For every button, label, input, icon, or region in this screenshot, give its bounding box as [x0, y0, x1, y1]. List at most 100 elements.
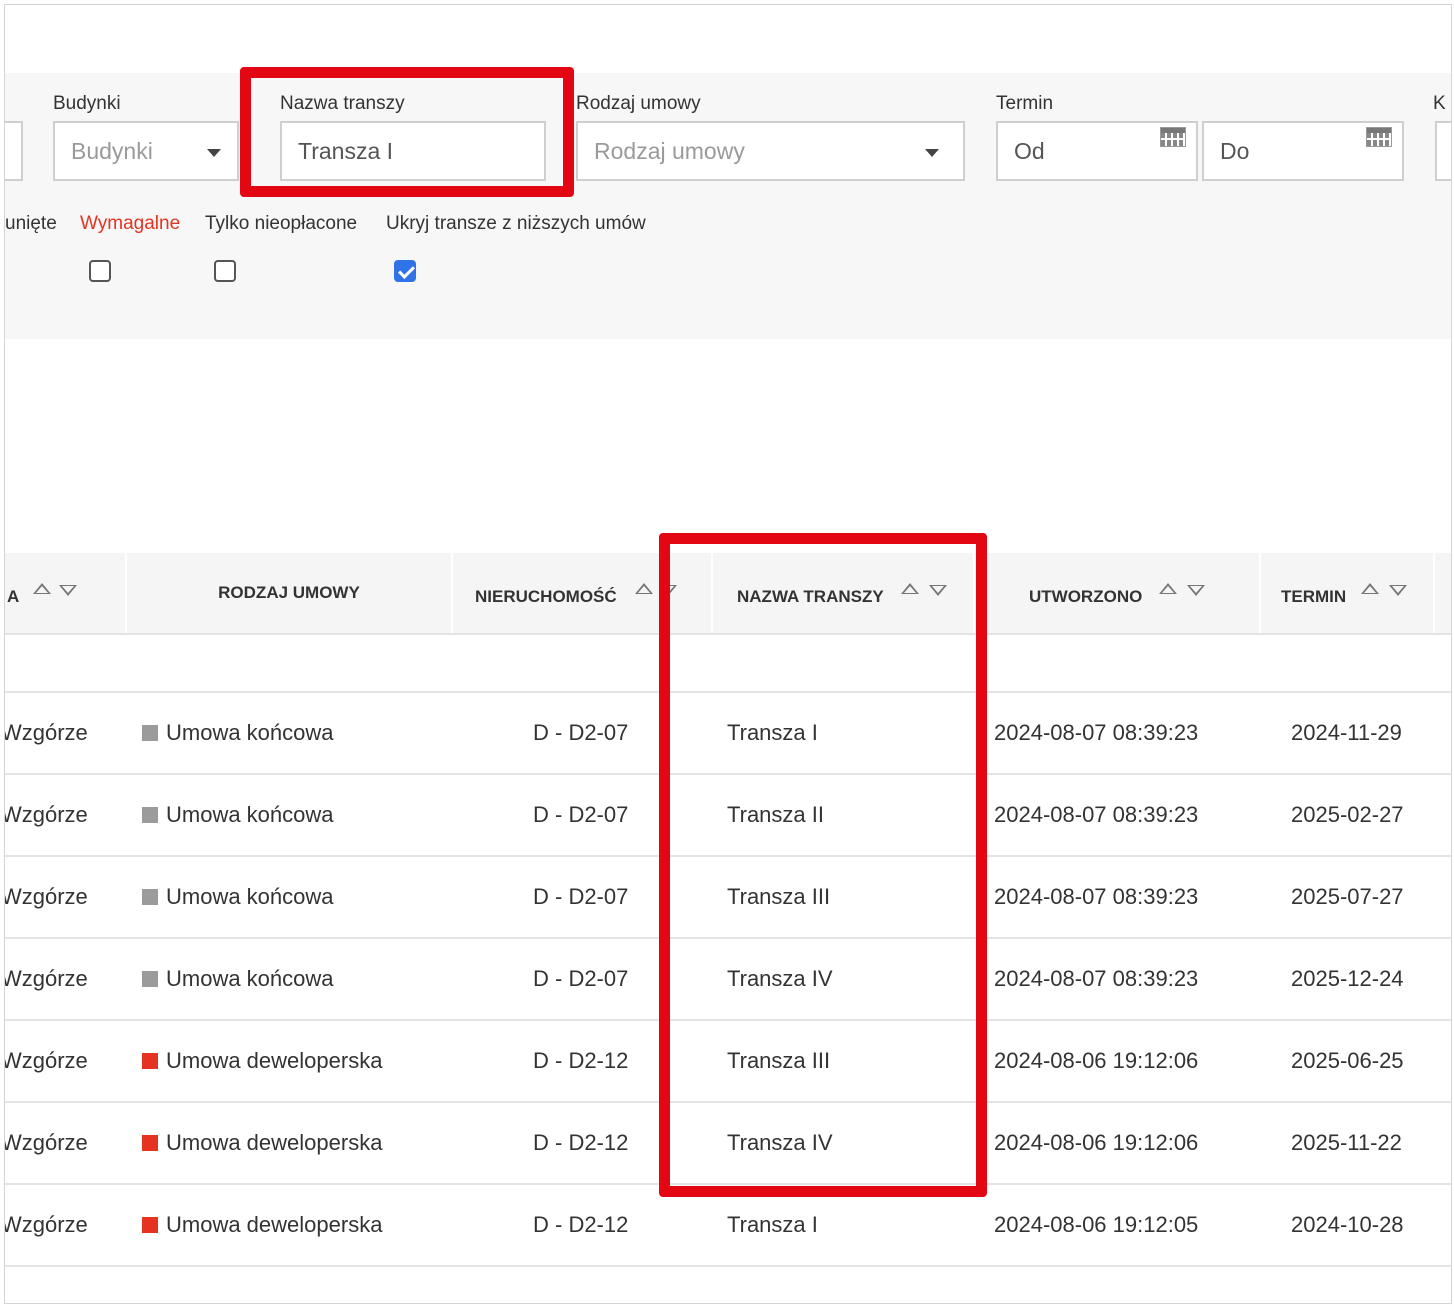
- cut-field-left[interactable]: [5, 121, 23, 181]
- contract-type-text: Umowa deweloperska: [166, 1130, 383, 1155]
- contract-type-marker: [142, 1053, 158, 1069]
- due-checkbox[interactable]: [89, 260, 111, 282]
- sort-desc-icon[interactable]: [929, 585, 947, 596]
- contract-type-text: Umowa końcowa: [166, 966, 334, 991]
- cell-property: D - D2-12: [533, 1048, 629, 1073]
- contract-type-marker: [142, 889, 158, 905]
- contract-type-marker: [142, 725, 158, 741]
- date-from-input[interactable]: Od: [996, 121, 1198, 181]
- cell-created: 2024-08-07 08:39:23: [994, 884, 1199, 909]
- sort-asc-icon[interactable]: [901, 583, 919, 594]
- calendar-icon[interactable]: [1366, 127, 1392, 147]
- contract-type-select[interactable]: Rodzaj umowy: [576, 121, 965, 181]
- tranche-name-input[interactable]: Transza I: [280, 121, 546, 181]
- table-row[interactable]: Wzgórze Umowa końcowa D - D2-07 Transza …: [5, 939, 1451, 1021]
- buildings-label: Budynki: [53, 93, 121, 114]
- column-header-created[interactable]: UTWORZONO: [975, 553, 1259, 633]
- sort-desc-icon[interactable]: [1389, 585, 1407, 596]
- sort-desc-icon[interactable]: [1187, 585, 1205, 596]
- cell-tranche: Transza III: [727, 884, 831, 909]
- table-row[interactable]: Wzgórze Umowa końcowa D - D2-07 Transza …: [5, 693, 1451, 775]
- cell-property: D - D2-12: [533, 1212, 629, 1237]
- cell-investment: Wzgórze: [4, 966, 88, 991]
- table-row[interactable]: Wzgórze Umowa końcowa D - D2-07 Transza …: [5, 775, 1451, 857]
- date-to-input[interactable]: Do: [1202, 121, 1404, 181]
- cell-contract-type: Umowa końcowa: [142, 939, 334, 1019]
- sort-asc-icon[interactable]: [1361, 583, 1379, 594]
- hide-lower-checkbox[interactable]: [394, 260, 416, 282]
- contract-type-marker: [142, 1135, 158, 1151]
- table-row[interactable]: Wzgórze Umowa deweloperska D - D2-12 Tra…: [5, 1021, 1451, 1103]
- cut-filter-label: K: [1433, 93, 1446, 114]
- column-separator: [1433, 553, 1435, 633]
- contract-type-marker: [142, 1217, 158, 1233]
- column-header-label: NAZWA TRANSZY: [737, 587, 884, 606]
- cell-investment: Wzgórze: [4, 1130, 88, 1155]
- sort-desc-icon[interactable]: [59, 585, 77, 596]
- cell-property: D - D2-07: [533, 720, 629, 745]
- cell-investment: Wzgórze: [4, 802, 88, 827]
- cell-tranche: Transza II: [727, 802, 824, 827]
- contract-type-text: Umowa deweloperska: [166, 1212, 383, 1237]
- column-header-investment[interactable]: A: [7, 553, 125, 633]
- contract-type-marker: [142, 807, 158, 823]
- calendar-icon[interactable]: [1160, 127, 1186, 147]
- column-header-label: NIERUCHOMOŚĆ: [475, 587, 617, 606]
- cell-created: 2024-08-06 19:12:06: [994, 1130, 1199, 1155]
- cell-created: 2024-08-07 08:39:23: [994, 966, 1199, 991]
- due-checkbox-label: Wymagalne: [80, 213, 181, 234]
- sort-asc-icon[interactable]: [635, 583, 653, 594]
- table-row[interactable]: Wzgórze Umowa końcowa D - D2-07 Transza …: [5, 857, 1451, 939]
- column-header-label: A: [7, 587, 20, 606]
- table-row-cut[interactable]: [5, 1267, 1451, 1303]
- cell-created: 2024-08-06 19:12:06: [994, 1048, 1199, 1073]
- cell-investment: Wzgórze: [4, 720, 88, 745]
- cell-due: 2025-02-27: [1291, 802, 1404, 827]
- cell-tranche: Transza I: [727, 1212, 818, 1237]
- cell-investment: Wzgórze: [4, 884, 88, 909]
- cell-contract-type: Umowa deweloperska: [142, 1185, 382, 1265]
- cell-property: D - D2-07: [533, 884, 629, 909]
- column-header-tranche-name[interactable]: NAZWA TRANSZY: [713, 553, 973, 633]
- column-header-label: TERMIN: [1281, 587, 1347, 606]
- cell-created: 2024-08-07 08:39:23: [994, 802, 1199, 827]
- unpaid-only-checkbox[interactable]: [214, 260, 236, 282]
- cell-contract-type: Umowa deweloperska: [142, 1103, 382, 1183]
- buildings-select[interactable]: Budynki: [53, 121, 239, 181]
- cell-tranche: Transza IV: [727, 966, 833, 991]
- column-header-due[interactable]: TERMIN: [1261, 553, 1433, 633]
- table-row[interactable]: Wzgórze Umowa deweloperska D - D2-12 Tra…: [5, 1185, 1451, 1267]
- cell-tranche: Transza III: [727, 1048, 831, 1073]
- contract-type-text: Umowa deweloperska: [166, 1048, 383, 1073]
- cut-field-right[interactable]: [1435, 121, 1451, 181]
- cell-created: 2024-08-07 08:39:23: [994, 720, 1199, 745]
- contract-type-placeholder: Rodzaj umowy: [594, 137, 745, 164]
- hide-lower-label: Ukryj transze z niższych umów: [386, 213, 646, 234]
- cell-property: D - D2-12: [533, 1130, 629, 1155]
- cell-contract-type: Umowa deweloperska: [142, 1021, 382, 1101]
- contract-type-text: Umowa końcowa: [166, 720, 334, 745]
- cell-created: 2024-08-06 19:12:05: [994, 1212, 1199, 1237]
- table-spacer-row: [5, 635, 1451, 693]
- contract-type-text: Umowa końcowa: [166, 802, 334, 827]
- table-row[interactable]: Wzgórze Umowa deweloperska D - D2-12 Tra…: [5, 1103, 1451, 1185]
- cell-contract-type: Umowa końcowa: [142, 857, 334, 937]
- chevron-down-icon: [207, 149, 221, 157]
- tranche-name-value: Transza I: [298, 137, 394, 164]
- date-to-placeholder: Do: [1220, 137, 1250, 164]
- sort-asc-icon[interactable]: [1159, 583, 1177, 594]
- contract-type-label: Rodzaj umowy: [576, 93, 701, 114]
- cell-due: 2024-11-29: [1291, 720, 1402, 745]
- sort-desc-icon[interactable]: [659, 585, 677, 596]
- column-header-property[interactable]: NIERUCHOMOŚĆ: [453, 553, 711, 633]
- sort-asc-icon[interactable]: [33, 583, 51, 594]
- cell-contract-type: Umowa końcowa: [142, 693, 334, 773]
- cell-due: 2025-07-27: [1291, 884, 1404, 909]
- buildings-placeholder: Budynki: [71, 137, 153, 164]
- cell-tranche: Transza I: [727, 720, 818, 745]
- column-header-contract-type[interactable]: RODZAJ UMOWY: [127, 553, 451, 633]
- chevron-down-icon: [925, 149, 939, 157]
- filter-panel: Budynki Budynki Nazwa transzy Transza I …: [5, 73, 1451, 339]
- cell-property: D - D2-07: [533, 966, 629, 991]
- screen-frame: Budynki Budynki Nazwa transzy Transza I …: [4, 4, 1452, 1304]
